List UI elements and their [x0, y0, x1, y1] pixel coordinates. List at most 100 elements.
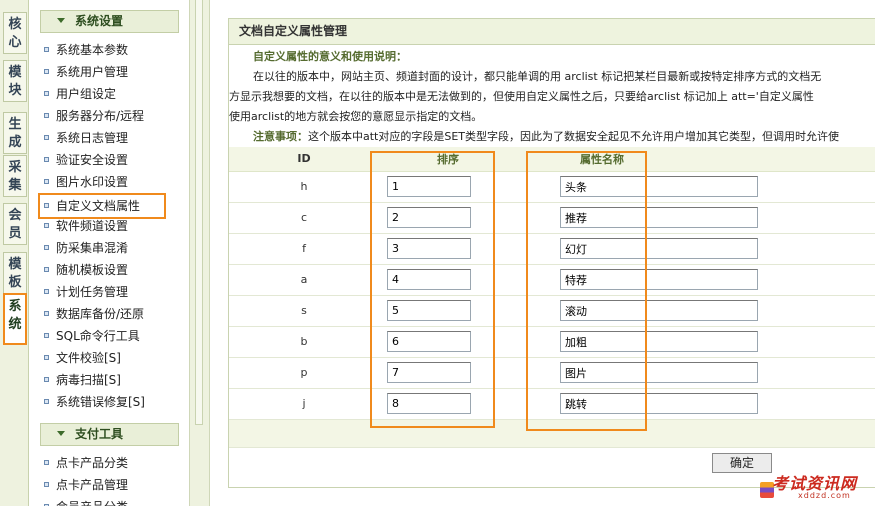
sidebar-item[interactable]: 系统基本参数: [44, 40, 128, 60]
bullet-icon: [44, 113, 49, 118]
sidebar-item-label: 点卡产品分类: [56, 456, 129, 470]
module-tab-1[interactable]: 模 块: [3, 60, 27, 102]
table-footer-row: [229, 419, 875, 448]
attribute-name-input[interactable]: [560, 207, 758, 228]
sidebar-item-label: 数据库备份/还原: [56, 307, 145, 321]
table-row: s: [229, 295, 875, 327]
sidebar-item[interactable]: 随机模板设置: [44, 260, 128, 280]
module-tab-4[interactable]: 会 员: [3, 203, 27, 245]
description-line: 方显示我想要的文档，在以往的版本中是无法做到的，但使用自定义属性之后，只要给ar…: [229, 90, 814, 103]
sidebar-item[interactable]: 点卡产品管理: [44, 475, 128, 495]
table-row: j: [229, 388, 875, 420]
sidebar-item[interactable]: 数据库备份/还原: [44, 304, 144, 324]
caret-down-icon: [57, 18, 65, 23]
frame-splitter[interactable]: [190, 0, 210, 506]
order-cell: [379, 202, 544, 234]
attribute-id-cell: j: [229, 388, 379, 420]
order-input[interactable]: [387, 331, 471, 352]
sidebar-item[interactable]: 点卡产品分类: [44, 453, 128, 473]
table-row: b: [229, 326, 875, 358]
bullet-icon: [44, 355, 49, 360]
sidebar-item-label: 系统日志管理: [56, 131, 129, 145]
sidebar-item-label: 系统基本参数: [56, 43, 129, 57]
module-tab-3[interactable]: 采 集: [3, 155, 27, 197]
sidebar-item[interactable]: 病毒扫描[S]: [44, 370, 121, 390]
notice-text: 这个版本中att对应的字段是SET类型字段，因此为了数据安全起见不允许用户增加其…: [308, 130, 840, 143]
module-tab-2[interactable]: 生 成: [3, 112, 27, 154]
order-input[interactable]: [387, 207, 471, 228]
order-cell: [379, 264, 544, 296]
description-line: 使用arclist的地方就会按您的意愿显示指定的文档。: [229, 110, 483, 123]
page-title: 文档自定义属性管理: [229, 19, 875, 45]
name-cell: [544, 388, 875, 420]
column-header-order: 排序: [379, 147, 544, 172]
order-input[interactable]: [387, 393, 471, 414]
order-cell: [379, 171, 544, 203]
notice-line: 注意事项：这个版本中att对应的字段是SET类型字段，因此为了数据安全起见不允许…: [229, 127, 875, 147]
table-row: f: [229, 233, 875, 265]
sidebar-menu: 系统设置系统基本参数系统用户管理 用户组设定服务器分布/远程 系统日志管理 验证安全设…: [30, 0, 190, 506]
attribute-table: ID 排序 属性名称 hcfasbpj: [229, 147, 875, 448]
sidebar-item[interactable]: 验证安全设置: [44, 150, 128, 170]
sidebar-item-label: 会员产品分类: [56, 500, 128, 506]
sidebar-item[interactable]: 计划任务管理: [44, 282, 128, 302]
sidebar-item[interactable]: 文件校验[S]: [44, 348, 121, 368]
bullet-icon: [44, 289, 49, 294]
module-tab-0[interactable]: 核 心: [3, 12, 27, 54]
sidebar-item-label: 防采集串混淆: [56, 241, 129, 255]
splitter-handle[interactable]: [195, 0, 203, 425]
bullet-icon: [44, 460, 49, 465]
sidebar-section-header[interactable]: 支付工具: [40, 423, 179, 446]
sidebar-item[interactable]: 防采集串混淆: [44, 238, 128, 258]
sidebar-item-label: 服务器分布/远程: [56, 109, 145, 123]
module-tab-strip: 核 心模 块生 成采 集会 员模 板系 统: [0, 0, 29, 506]
module-tab-6[interactable]: 系 统: [3, 293, 27, 345]
column-header-id: ID: [229, 147, 379, 172]
module-tab-5[interactable]: 模 板: [3, 252, 27, 294]
attribute-name-input[interactable]: [560, 238, 758, 259]
name-cell: [544, 357, 875, 389]
sidebar-item-label: 病毒扫描[S]: [56, 373, 121, 387]
sidebar-item[interactable]: 图片水印设置: [44, 172, 128, 192]
description-heading: 自定义属性的意义和使用说明：: [253, 50, 407, 63]
bullet-icon: [44, 47, 49, 52]
name-cell: [544, 171, 875, 203]
order-input[interactable]: [387, 300, 471, 321]
sidebar-item-label: 验证安全设置: [56, 153, 129, 167]
attribute-name-input[interactable]: [560, 331, 758, 352]
attribute-name-input[interactable]: [560, 269, 758, 290]
sidebar-section-title: 系统设置: [75, 14, 124, 28]
site-watermark-logo: 考试资讯网 xddzd.com: [760, 468, 870, 504]
attribute-name-input[interactable]: [560, 362, 758, 383]
sidebar-item[interactable]: 系统日志管理: [44, 128, 128, 148]
table-header-row: ID 排序 属性名称: [229, 147, 875, 172]
bullet-icon: [44, 223, 49, 228]
sidebar-item[interactable]: 用户组设定: [44, 84, 116, 104]
sidebar-item[interactable]: 服务器分布/远程: [44, 106, 144, 126]
order-input[interactable]: [387, 269, 471, 290]
attribute-name-input[interactable]: [560, 176, 758, 197]
name-cell: [544, 202, 875, 234]
order-input[interactable]: [387, 362, 471, 383]
sidebar-item-label: 计划任务管理: [56, 285, 129, 299]
bullet-icon: [44, 482, 49, 487]
caret-down-icon: [57, 431, 65, 436]
sidebar-section-header[interactable]: 系统设置: [40, 10, 179, 33]
attribute-id-cell: f: [229, 233, 379, 265]
sidebar-item-label: SQL命令行工具: [56, 329, 140, 343]
attribute-id-cell: b: [229, 326, 379, 358]
description-line: 在以往的版本中，网站主页、频道封面的设计，都只能单调的用 arclist 标记把…: [253, 70, 822, 83]
order-input[interactable]: [387, 238, 471, 259]
bullet-icon: [44, 267, 49, 272]
attribute-name-input[interactable]: [560, 300, 758, 321]
sidebar-item[interactable]: SQL命令行工具: [44, 326, 140, 346]
table-row: h: [229, 171, 875, 203]
sidebar-item[interactable]: 系统错误修复[S]: [44, 392, 145, 412]
attribute-name-input[interactable]: [560, 393, 758, 414]
sidebar-item[interactable]: 软件频道设置: [44, 216, 128, 236]
sidebar-item[interactable]: 会员产品分类: [44, 497, 128, 506]
order-input[interactable]: [387, 176, 471, 197]
sidebar-item[interactable]: 系统用户管理: [44, 62, 128, 82]
bullet-icon: [44, 157, 49, 162]
bullet-icon: [44, 91, 49, 96]
